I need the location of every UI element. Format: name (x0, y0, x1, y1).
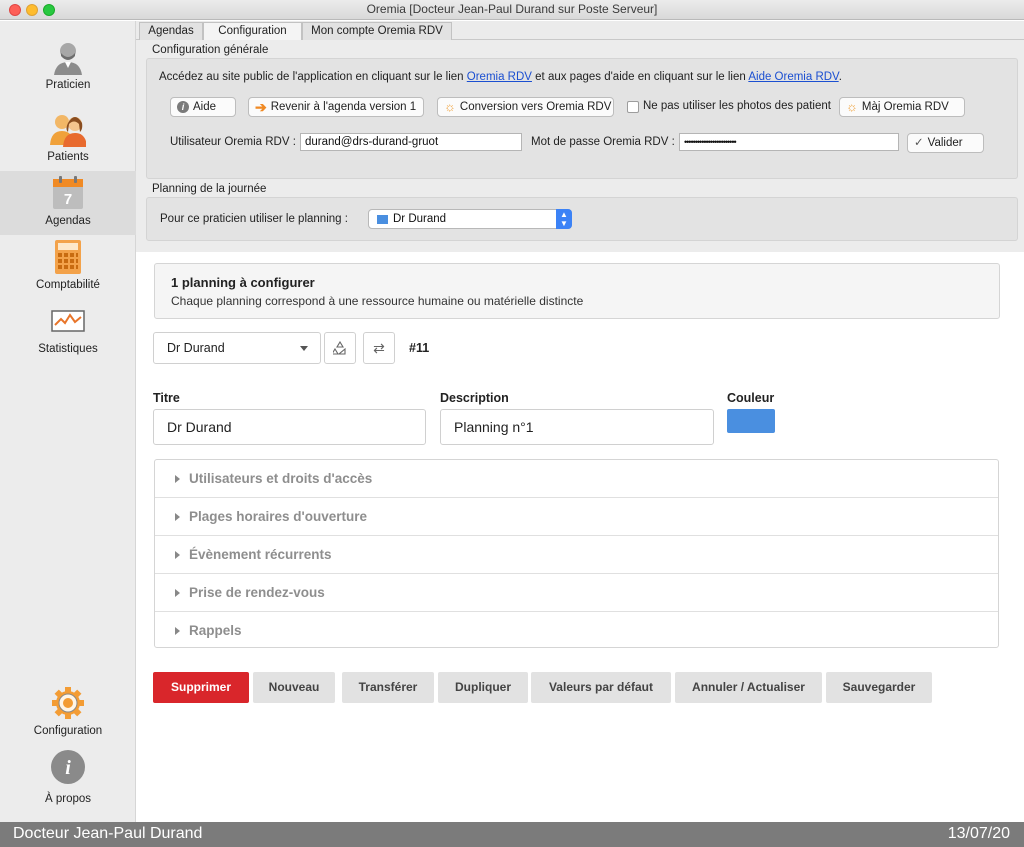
status-date: 13/07/20 (947, 825, 1010, 842)
planning-id: #11 (409, 341, 430, 355)
description-input[interactable]: Planning n°1 (440, 409, 714, 445)
sidebar-item-label: Patients (47, 151, 89, 163)
sidebar-item-statistiques[interactable]: Statistiques (0, 299, 136, 363)
valider-button[interactable]: ✓ Valider (907, 133, 984, 153)
minimize-window-button[interactable] (26, 4, 38, 16)
no-photos-label: Ne pas utiliser les photos des patient (643, 100, 831, 112)
calendar-icon: 7 (53, 176, 83, 209)
conversion-oremia-rdv-button[interactable]: ☼ Conversion vers Oremia RDV (437, 97, 614, 117)
sauvegarder-button[interactable]: Sauvegarder (826, 672, 932, 703)
user-label: Utilisateur Oremia RDV : (170, 136, 296, 148)
nouveau-button[interactable]: Nouveau (253, 672, 335, 703)
calendar-day-number: 7 (64, 191, 72, 208)
supprimer-button[interactable]: Supprimer (153, 672, 249, 703)
window-title: Oremia [Docteur Jean-Paul Durand sur Pos… (366, 2, 658, 16)
zoom-window-button[interactable] (43, 4, 55, 16)
no-photos-checkbox[interactable] (627, 101, 639, 113)
sidebar-item-praticien[interactable]: Praticien (0, 35, 136, 99)
tab-mon-compte[interactable]: Mon compte Oremia RDV (302, 22, 452, 40)
patients-icon (50, 115, 86, 147)
dupliquer-button[interactable]: Dupliquer (438, 672, 528, 703)
titre-input[interactable]: Dr Durand (153, 409, 426, 445)
caret-right-icon (175, 627, 180, 635)
titre-label: Titre (153, 391, 180, 405)
sidebar-item-label: Comptabilité (36, 279, 100, 291)
swap-arrows-icon: ⇄ (373, 340, 385, 356)
description-label: Description (440, 391, 509, 405)
tab-configuration[interactable]: Configuration (203, 22, 302, 40)
arrow-right-icon: ➔ (255, 98, 267, 115)
sidebar-item-label: Praticien (45, 79, 91, 91)
password-label: Mot de passe Oremia RDV : (531, 136, 675, 148)
gear-icon (52, 687, 84, 719)
caret-right-icon (175, 513, 180, 521)
chart-icon (51, 310, 85, 332)
settings-accordion: Utilisateurs et droits d'accès Plages ho… (154, 459, 999, 648)
recycle-icon (331, 340, 346, 355)
window-titlebar: Oremia [Docteur Jean-Paul Durand sur Pos… (0, 0, 1024, 20)
planning-day-group: Pour ce praticien utiliser le planning :… (146, 197, 1018, 241)
gear-icon: ☼ (846, 98, 858, 114)
planning-day-select[interactable]: Dr Durand ▲ ▼ (368, 209, 572, 229)
info-glyph: i (65, 757, 71, 779)
couleur-picker[interactable] (727, 409, 775, 433)
banner-subtitle: Chaque planning correspond à une ressour… (171, 294, 584, 308)
revenir-agenda-v1-button[interactable]: ➔ Revenir à l'agenda version 1 (248, 97, 424, 117)
planning-color-swatch (377, 215, 388, 224)
sidebar-item-comptabilite[interactable]: Comptabilité (0, 235, 136, 299)
user-input[interactable]: durand@drs-durand-gruot (300, 133, 522, 151)
sidebar-item-label: Statistiques (38, 343, 98, 355)
config-general-title: Configuration générale (152, 44, 269, 56)
transferer-button[interactable]: Transférer (342, 672, 434, 703)
planning-config-panel: 1 planning à configurer Chaque planning … (146, 252, 1007, 804)
valeurs-par-defaut-button[interactable]: Valeurs par défaut (531, 672, 671, 703)
sidebar-item-a-propos[interactable]: i À propos (0, 745, 136, 809)
planning-select[interactable]: Dr Durand (153, 332, 321, 364)
info-icon: i (177, 100, 189, 113)
settings-area: Configuration générale Accédez au site p… (136, 40, 1024, 252)
couleur-label: Couleur (727, 391, 775, 405)
caret-down-icon (300, 346, 308, 351)
planning-day-label: Pour ce praticien utiliser le planning : (160, 213, 348, 225)
planning-day-title: Planning de la journée (152, 183, 267, 195)
calculator-icon (55, 240, 81, 274)
tab-agendas[interactable]: Agendas (139, 22, 203, 40)
maj-oremia-rdv-button[interactable]: ☼ Màj Oremia RDV (839, 97, 965, 117)
recycle-button[interactable] (324, 332, 356, 364)
accordion-prise-rdv[interactable]: Prise de rendez-vous (155, 574, 998, 612)
accordion-utilisateurs[interactable]: Utilisateurs et droits d'accès (155, 460, 998, 498)
sidebar-item-label: À propos (44, 793, 92, 805)
sidebar-item-configuration[interactable]: Configuration (0, 681, 136, 745)
info-icon: i (51, 750, 85, 784)
aide-button[interactable]: i Aide (170, 97, 236, 117)
caret-right-icon (175, 551, 180, 559)
sidebar: Praticien Patients 7 Agendas Comptabilit… (0, 21, 136, 822)
sidebar-item-label: Configuration (33, 725, 103, 737)
chevron-updown-icon: ▲ ▼ (556, 209, 572, 229)
caret-right-icon (175, 475, 180, 483)
sidebar-item-patients[interactable]: Patients (0, 107, 136, 171)
gear-icon: ☼ (444, 98, 456, 114)
sidebar-item-agendas[interactable]: 7 Agendas (0, 171, 136, 235)
accordion-evenements-recurrents[interactable]: Évènement récurrents (155, 536, 998, 574)
accordion-rappels[interactable]: Rappels (155, 612, 998, 650)
caret-right-icon (175, 589, 180, 597)
oremia-rdv-link[interactable]: Oremia RDV (467, 71, 532, 83)
password-input[interactable]: •••••••••••••••••••••••• (679, 133, 899, 151)
status-bar: Docteur Jean-Paul Durand 13/07/20 (0, 822, 1024, 847)
aide-oremia-rdv-link[interactable]: Aide Oremia RDV (748, 71, 838, 83)
checkmark-icon: ✓ (914, 137, 924, 149)
swap-button[interactable]: ⇄ (363, 332, 395, 364)
annuler-actualiser-button[interactable]: Annuler / Actualiser (675, 672, 822, 703)
status-user: Docteur Jean-Paul Durand (13, 825, 203, 842)
sidebar-item-label: Agendas (45, 215, 91, 227)
accordion-plages-horaires[interactable]: Plages horaires d'ouverture (155, 498, 998, 536)
tab-bar: Agendas Configuration Mon compte Oremia … (136, 21, 1024, 40)
planning-banner: 1 planning à configurer Chaque planning … (154, 263, 1000, 319)
doctor-icon (54, 43, 82, 75)
config-general-group: Accédez au site public de l'application … (146, 58, 1018, 179)
banner-title: 1 planning à configurer (171, 275, 315, 290)
close-window-button[interactable] (9, 4, 21, 16)
config-info-text: Accédez au site public de l'application … (159, 71, 842, 83)
